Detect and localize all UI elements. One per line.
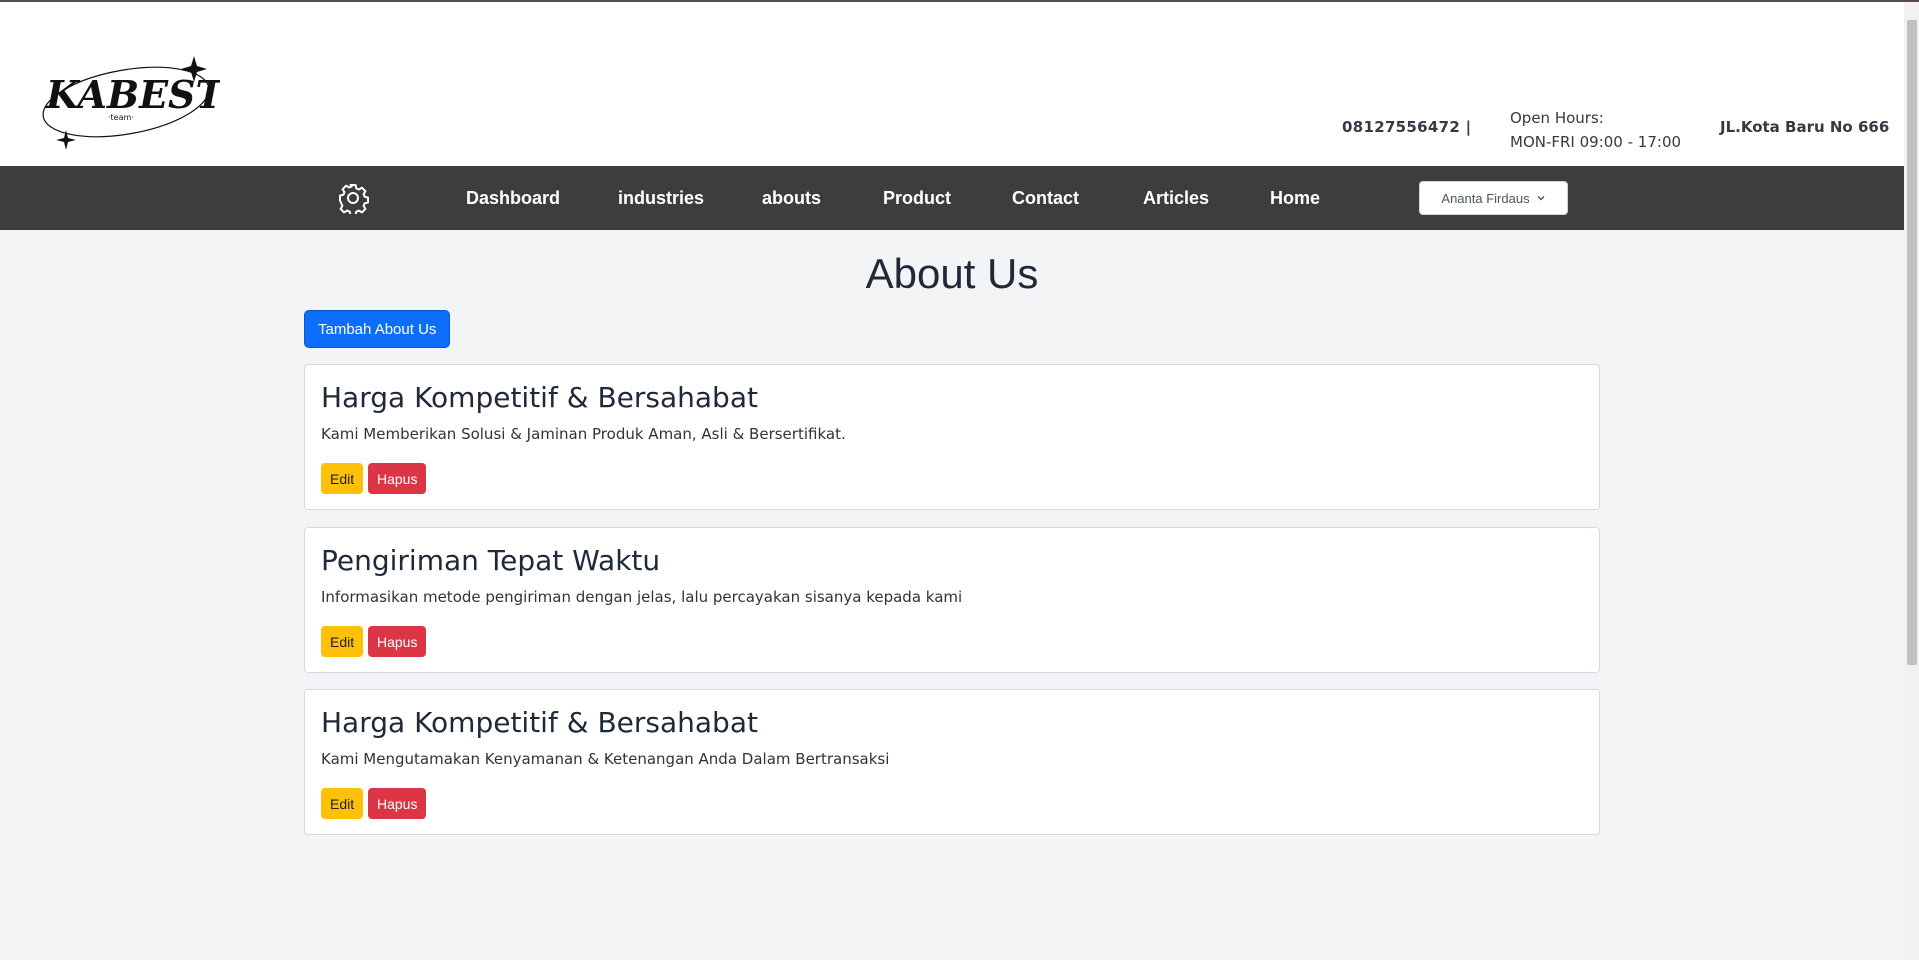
card-description: Kami Memberikan Solusi & Jaminan Produk … <box>321 425 846 443</box>
nav-abouts[interactable]: abouts <box>762 166 821 230</box>
user-name: Ananta Firdaus <box>1441 190 1530 206</box>
open-hours-value: MON-FRI 09:00 - 17:00 <box>1510 133 1682 151</box>
card-description: Informasikan metode pengiriman dengan je… <box>321 588 963 606</box>
page-scrollbar[interactable] <box>1904 2 1919 960</box>
gear-icon[interactable] <box>337 182 369 216</box>
delete-button[interactable]: Hapus <box>368 626 427 657</box>
scrollbar-thumb[interactable] <box>1907 20 1917 665</box>
chevron-down-icon <box>1537 195 1545 201</box>
address: JL.Kota Baru No 666 <box>1720 118 1890 136</box>
nav-home[interactable]: Home <box>1270 166 1320 230</box>
nav-articles[interactable]: Articles <box>1143 166 1209 230</box>
card-description: Kami Mengutamakan Kenyamanan & Ketenanga… <box>321 750 890 768</box>
card-title: Harga Kompetitif & Bersahabat <box>321 706 758 739</box>
page-title: About Us <box>865 250 1039 297</box>
nav-product[interactable]: Product <box>883 166 951 230</box>
user-dropdown[interactable]: Ananta Firdaus <box>1419 181 1568 215</box>
add-about-button[interactable]: Tambah About Us <box>304 310 451 348</box>
nav-dashboard[interactable]: Dashboard <box>466 166 560 230</box>
open-hours: Open Hours: MON-FRI 09:00 - 17:00 <box>1510 106 1681 154</box>
card-title: Harga Kompetitif & Bersahabat <box>321 381 758 414</box>
about-card: Harga Kompetitif & Bersahabat Kami Mengu… <box>304 689 1600 835</box>
nav-industries[interactable]: industries <box>618 166 704 230</box>
svg-text:·team·: ·team· <box>108 113 134 122</box>
nav-contact[interactable]: Contact <box>1012 166 1079 230</box>
about-card: Harga Kompetitif & Bersahabat Kami Membe… <box>304 364 1600 510</box>
edit-button[interactable]: Edit <box>321 463 364 494</box>
delete-button[interactable]: Hapus <box>368 788 427 819</box>
edit-button[interactable]: Edit <box>321 788 364 819</box>
about-card: Pengiriman Tepat Waktu Informasikan meto… <box>304 527 1600 673</box>
open-hours-label: Open Hours: <box>1510 109 1604 127</box>
phone-number: 08127556472 | <box>1342 118 1472 136</box>
delete-button[interactable]: Hapus <box>368 463 427 494</box>
kabestu-logo[interactable]: KABESTU ·team· <box>40 50 260 150</box>
edit-button[interactable]: Edit <box>321 626 364 657</box>
main-navbar: Dashboard industries abouts Product Cont… <box>0 166 1904 230</box>
svg-text:KABESTU: KABESTU <box>45 72 220 117</box>
site-header: KABESTU ·team· 08127556472 | Open Hours:… <box>0 2 1904 166</box>
card-title: Pengiriman Tepat Waktu <box>321 544 661 577</box>
